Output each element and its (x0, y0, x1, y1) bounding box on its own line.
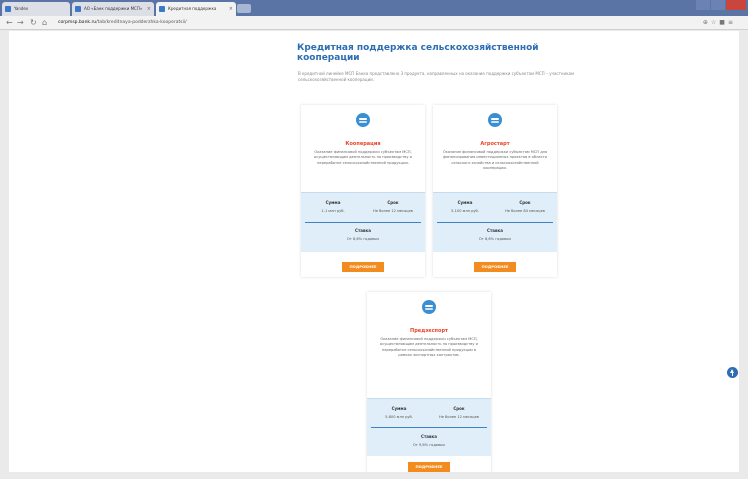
address-bar: ← → ↻ ⌂ corpmsp.bank.ru/tab/kreditnaya-p… (0, 16, 748, 30)
browser-tab-strip: Yandex АО «Банк поддержки МСП» × Кредитн… (0, 0, 748, 16)
product-card: Агростарт Оказание финансовой поддержки … (433, 105, 557, 277)
card-description: Оказание финансовой поддержки субъектам … (314, 150, 412, 165)
card-title[interactable]: Кооперация (301, 141, 425, 147)
extension-icon[interactable]: ■ (719, 19, 728, 26)
term-label: Срок (387, 200, 399, 205)
url-path: /tab/kreditnaya-podderzhka-kooperatsii/ (96, 20, 187, 25)
details-button[interactable]: ПОДРОБНЕЕ (342, 262, 384, 272)
term-value: Не более 12 месяцев (373, 209, 413, 213)
product-card: Кооперация Оказание финансовой поддержки… (301, 105, 425, 277)
coins-icon (422, 300, 436, 314)
sum-label: Сумма (457, 200, 473, 205)
browser-tab[interactable]: Yandex (2, 2, 70, 16)
term-label: Срок (519, 200, 531, 205)
page-content: Кредитная поддержка сельскохозяйственной… (9, 31, 739, 472)
coins-icon (356, 113, 370, 127)
page-intro: В кредитной линейке МСП Банка представле… (298, 71, 575, 82)
forward-icon[interactable]: → (17, 18, 24, 28)
back-icon[interactable]: ← (6, 18, 13, 28)
sum-value: 5-800 млн руб. (385, 415, 413, 419)
card-title[interactable]: Предэкспорт (367, 328, 491, 334)
card-title[interactable]: Агростарт (433, 141, 557, 147)
close-tab-icon[interactable]: × (147, 2, 151, 16)
favicon-icon (5, 6, 11, 12)
rate-label: Ставка (355, 228, 371, 233)
card-stats: Сумма Срок 1-1 млн руб. Не более 12 меся… (301, 192, 425, 252)
sum-label: Сумма (391, 406, 407, 411)
home-icon[interactable]: ⌂ (42, 18, 47, 28)
favicon-icon (159, 6, 165, 12)
rate-value: От 8,6% годовых (346, 237, 380, 241)
tab-label: Yandex (14, 6, 29, 11)
browser-tab[interactable]: АО «Банк поддержки МСП» × (72, 2, 154, 16)
favicon-icon (75, 6, 81, 12)
url-field[interactable]: corpmsp.bank.ru/tab/kreditnaya-podderzhk… (58, 18, 187, 28)
toolbar-icons: ⊕☆■≡ (703, 18, 736, 28)
tab-label: Кредитная поддержка (168, 6, 217, 11)
product-card: Предэкспорт Оказание финансовой поддержк… (367, 292, 491, 472)
stats-divider (437, 222, 553, 223)
coins-icon (488, 113, 502, 127)
scroll-to-top-button[interactable] (727, 367, 738, 378)
tab-label: АО «Банк поддержки МСП» (84, 6, 143, 11)
new-tab-button[interactable] (237, 4, 251, 13)
rate-value: От 8,6% годовых (478, 237, 512, 241)
sum-value: 1-1 млн руб. (321, 209, 345, 213)
page-title: Кредитная поддержка сельскохозяйственной… (297, 43, 539, 63)
card-stats: Сумма Срок 5-800 млн руб. Не более 12 ме… (367, 398, 491, 456)
window-controls (695, 0, 746, 10)
details-button[interactable]: ПОДРОБНЕЕ (474, 262, 516, 272)
minimize-button[interactable] (696, 0, 710, 10)
term-label: Срок (453, 406, 465, 411)
browser-tab-active[interactable]: Кредитная поддержка × (156, 2, 236, 16)
card-description: Оказание финансовой поддержки субъектам … (380, 337, 478, 358)
term-value: Не более 84 месяцев (505, 209, 545, 213)
term-value: Не более 12 месяцев (439, 415, 479, 419)
details-button[interactable]: ПОДРОБНЕЕ (408, 462, 450, 472)
rate-label: Ставка (487, 228, 503, 233)
menu-icon[interactable]: ≡ (728, 19, 736, 26)
url-host: corpmsp.bank.ru (58, 20, 97, 25)
rate-value: От 9,6% годовых (412, 443, 446, 447)
sum-label: Сумма (325, 200, 341, 205)
stats-divider (305, 222, 421, 223)
card-description: Оказание финансовой поддержки субъектам … (442, 150, 548, 171)
sum-value: 5-100 млн руб. (451, 209, 479, 213)
rate-label: Ставка (421, 434, 437, 439)
maximize-button[interactable] (711, 0, 725, 10)
close-window-button[interactable] (726, 0, 746, 10)
zoom-icon[interactable]: ⊕ (703, 19, 711, 26)
close-tab-icon[interactable]: × (229, 2, 233, 16)
reload-icon[interactable]: ↻ (30, 18, 37, 28)
card-stats: Сумма Срок 5-100 млн руб. Не более 84 ме… (433, 192, 557, 252)
stats-divider (371, 427, 487, 428)
